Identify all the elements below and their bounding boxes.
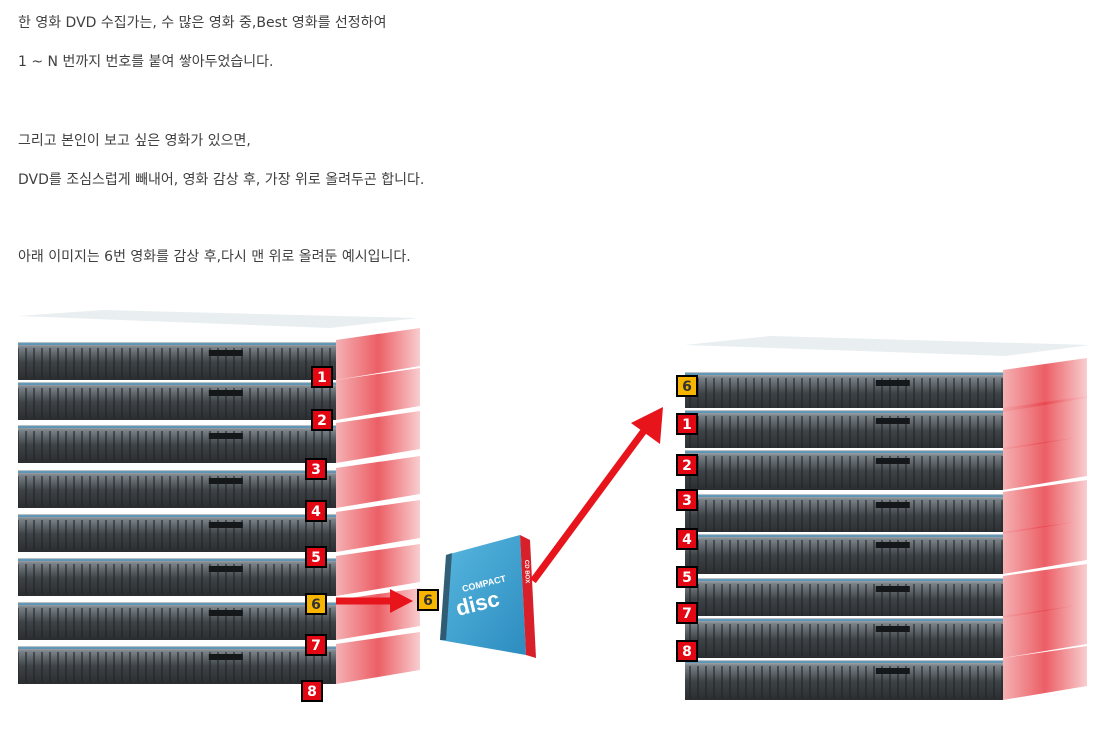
intro-line-2: 1 ~ N 번까지 번호를 붙여 쌓아두었습니다. — [18, 54, 274, 70]
svg-text:2: 2 — [317, 413, 327, 429]
right-label-6: 6 — [676, 375, 698, 397]
svg-text:6: 6 — [311, 597, 321, 613]
left-label-3: 3 — [305, 458, 327, 480]
svg-text:1: 1 — [317, 370, 327, 386]
right-label-3: 3 — [676, 489, 698, 511]
left-label-8: 8 — [301, 680, 323, 702]
left-label-2: 2 — [311, 409, 333, 431]
svg-text:4: 4 — [311, 504, 321, 520]
svg-text:7: 7 — [311, 638, 321, 654]
move-to-top-arrow — [530, 407, 663, 584]
left-label-7: 7 — [305, 634, 327, 656]
svg-text:6: 6 — [423, 593, 433, 609]
svg-text:7: 7 — [682, 606, 692, 622]
left-label-1: 1 — [311, 366, 333, 388]
svg-text:2: 2 — [682, 458, 692, 474]
svg-text:6: 6 — [682, 379, 692, 395]
right-stack-case — [685, 358, 1087, 412]
right-stack-top — [685, 336, 1090, 356]
dvd-stack-illustration: COMPACT disc CD BOX 1 2 3 4 5 6 7 8 6 1 2 3 4 5 7 8 6 — [18, 310, 1090, 702]
intro-line-4: DVD를 조심스럽게 빼내어, 영화 감상 후, 가장 위로 올려두곤 합니다. — [18, 172, 425, 188]
svg-text:8: 8 — [307, 684, 317, 700]
svg-text:3: 3 — [311, 462, 321, 478]
removed-case-label: 6 — [417, 589, 439, 611]
intro-line-3: 그리고 본인이 보고 싶은 영화가 있으면, — [18, 133, 251, 149]
right-label-1: 1 — [676, 413, 698, 435]
left-label-6: 6 — [305, 593, 327, 615]
left-stack-case — [18, 328, 420, 380]
left-stack-case — [18, 456, 420, 508]
svg-text:1: 1 — [682, 417, 692, 433]
removed-dvd-case: COMPACT disc CD BOX — [440, 535, 536, 658]
svg-text:8: 8 — [682, 644, 692, 660]
svg-text:5: 5 — [682, 570, 692, 586]
right-label-5: 5 — [676, 566, 698, 588]
left-label-4: 4 — [305, 500, 327, 522]
right-dvd-stack — [685, 336, 1090, 700]
svg-text:5: 5 — [311, 550, 321, 566]
svg-text:4: 4 — [682, 532, 692, 548]
svg-text:3: 3 — [682, 493, 692, 509]
intro-line-5: 아래 이미지는 6번 영화를 감상 후,다시 맨 위로 올려둔 예시입니다. — [18, 249, 411, 265]
right-label-7: 7 — [676, 602, 698, 624]
case-text-side: CD BOX — [523, 560, 530, 584]
right-label-4: 4 — [676, 528, 698, 550]
intro-line-1: 한 영화 DVD 수집가는, 수 많은 영화 중,Best 영화를 선정하여 — [18, 15, 387, 31]
right-label-2: 2 — [676, 454, 698, 476]
left-label-5: 5 — [305, 546, 327, 568]
left-dvd-stack — [18, 310, 420, 684]
right-label-8: 8 — [676, 640, 698, 662]
left-stack-top — [18, 310, 418, 328]
